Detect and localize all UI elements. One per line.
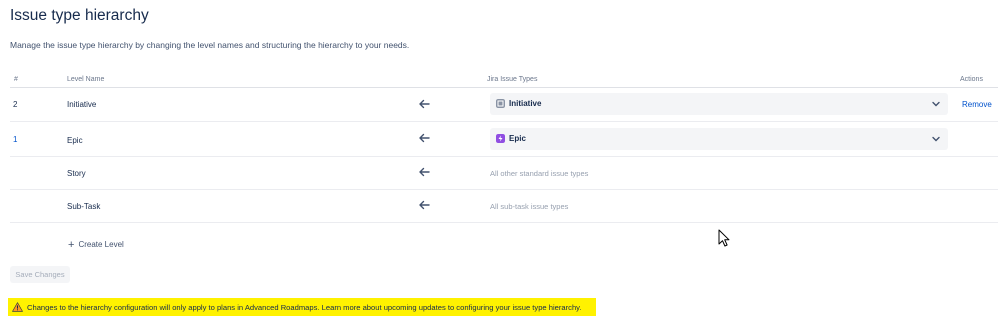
level-number: 2 xyxy=(13,100,18,109)
create-level-label: Create Level xyxy=(78,240,124,249)
issue-type-text: All other standard issue types xyxy=(490,169,589,178)
mouse-cursor-icon xyxy=(718,229,730,247)
issue-type-label: Initiative xyxy=(509,99,542,108)
create-level-button[interactable]: + Create Level xyxy=(68,239,124,251)
table-row: Sub-Task All sub-task issue types xyxy=(10,190,998,223)
level-name[interactable]: Initiative xyxy=(67,100,96,109)
header-actions: Actions xyxy=(960,76,983,83)
chevron-down-icon xyxy=(932,136,940,142)
table-row: 1 Epic Epic xyxy=(10,122,998,157)
arrow-left-icon xyxy=(419,200,430,210)
remove-button[interactable]: Remove xyxy=(962,100,992,109)
header-jira-issue-types: Jira Issue Types xyxy=(487,76,538,83)
arrow-left-icon xyxy=(419,167,430,177)
initiative-icon xyxy=(496,99,505,108)
plus-icon: + xyxy=(68,239,75,251)
table-row: 2 Initiative Initiative Remove xyxy=(10,88,998,122)
banner-text: Changes to the hierarchy configuration w… xyxy=(27,303,582,312)
epic-icon xyxy=(496,134,505,143)
table-row: Story All other standard issue types xyxy=(10,157,998,190)
header-num: # xyxy=(14,76,18,83)
table-header: # Level Name Jira Issue Types Actions xyxy=(0,75,998,87)
header-level-name: Level Name xyxy=(67,76,105,83)
arrow-left-icon xyxy=(419,133,430,143)
issue-type-select[interactable]: Initiative xyxy=(490,93,948,115)
level-name[interactable]: Story xyxy=(67,169,86,178)
level-name[interactable]: Sub-Task xyxy=(67,202,100,211)
warning-icon xyxy=(12,302,23,312)
page-description: Manage the issue type hierarchy by chang… xyxy=(10,40,410,50)
level-name[interactable]: Epic xyxy=(67,136,83,145)
warning-banner: Changes to the hierarchy configuration w… xyxy=(8,298,596,316)
arrow-left-icon xyxy=(419,99,430,109)
issue-type-select[interactable]: Epic xyxy=(490,128,948,150)
level-number: 1 xyxy=(13,135,18,144)
issue-type-text: All sub-task issue types xyxy=(490,202,569,211)
page-title: Issue type hierarchy xyxy=(10,7,149,24)
chevron-down-icon xyxy=(932,101,940,107)
save-changes-button[interactable]: Save Changes xyxy=(10,266,70,283)
issue-type-label: Epic xyxy=(509,134,526,143)
